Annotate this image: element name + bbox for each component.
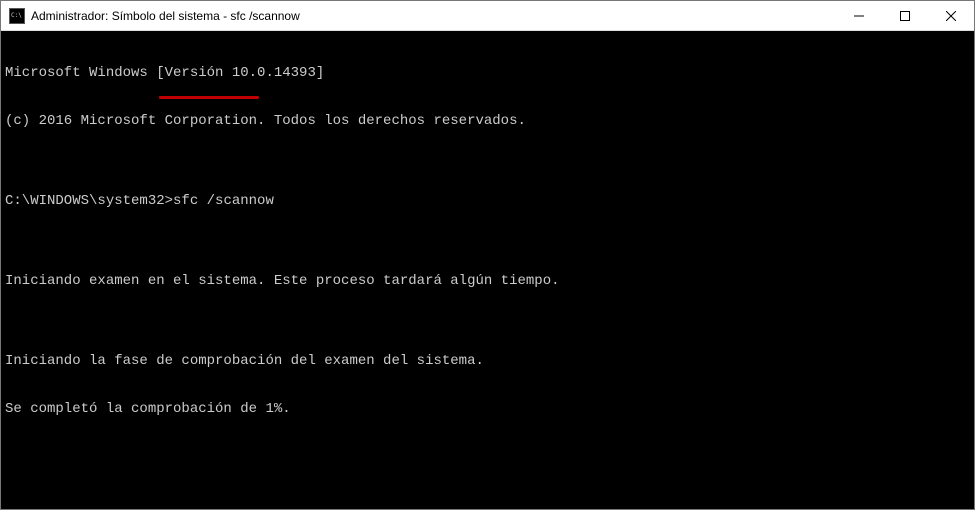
minimize-button[interactable] bbox=[836, 1, 882, 30]
svg-text:C:\: C:\ bbox=[11, 12, 22, 19]
window-title: Administrador: Símbolo del sistema - sfc… bbox=[31, 9, 836, 23]
console-area[interactable]: Microsoft Windows [Versión 10.0.14393] (… bbox=[1, 31, 974, 509]
console-prompt-line: C:\WINDOWS\system32>sfc /scannow bbox=[5, 193, 970, 209]
maximize-button[interactable] bbox=[882, 1, 928, 30]
close-button[interactable] bbox=[928, 1, 974, 30]
entered-command: sfc /scannow bbox=[173, 193, 274, 209]
cmd-icon: C:\ bbox=[9, 8, 25, 24]
console-line: Iniciando la fase de comprobación del ex… bbox=[5, 353, 970, 369]
prompt-prefix: C:\WINDOWS\system32> bbox=[5, 193, 173, 209]
console-line: (c) 2016 Microsoft Corporation. Todos lo… bbox=[5, 113, 970, 129]
console-line: Iniciando examen en el sistema. Este pro… bbox=[5, 273, 970, 289]
window-controls bbox=[836, 1, 974, 30]
titlebar[interactable]: C:\ Administrador: Símbolo del sistema -… bbox=[1, 1, 974, 31]
window: C:\ Administrador: Símbolo del sistema -… bbox=[0, 0, 975, 510]
console-line: Microsoft Windows [Versión 10.0.14393] bbox=[5, 65, 970, 81]
highlight-underline bbox=[159, 96, 259, 99]
console-line: Se completó la comprobación de 1%. bbox=[5, 401, 970, 417]
